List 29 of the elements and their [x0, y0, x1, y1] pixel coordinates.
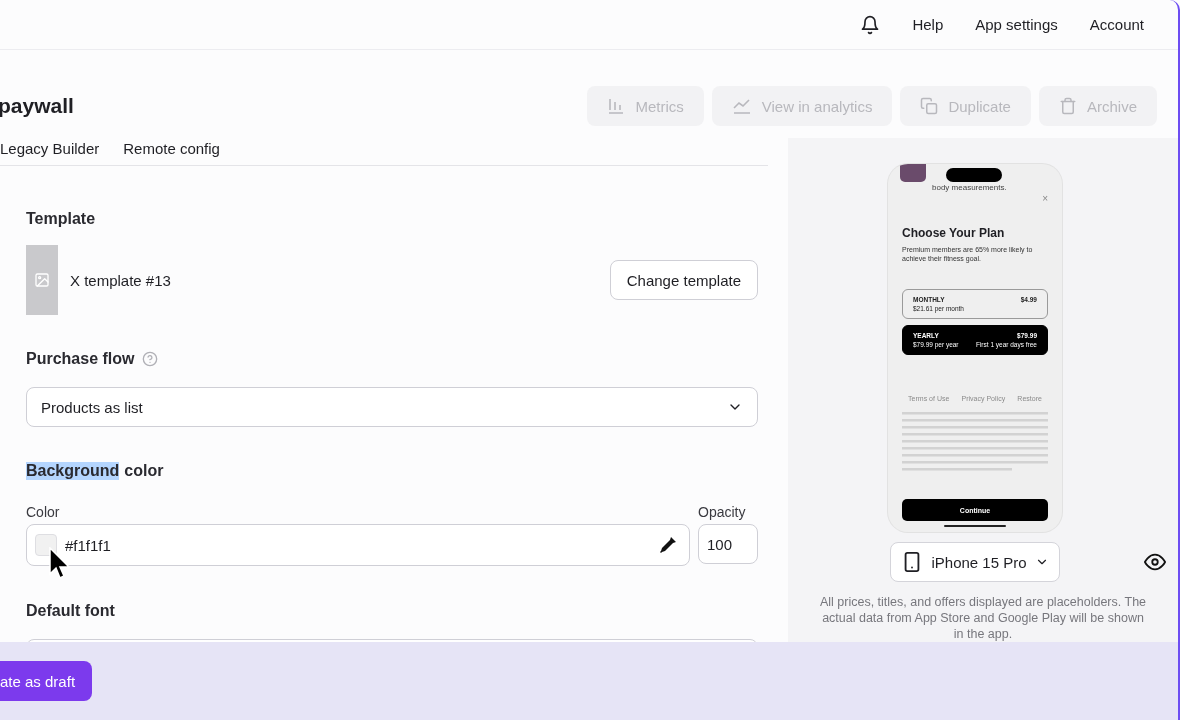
tab[interactable]: Remote config: [123, 138, 220, 165]
page-title: paywall: [0, 94, 74, 118]
nav-link[interactable]: Help: [912, 16, 944, 33]
section-heading: Background color: [26, 462, 165, 480]
tab[interactable]: Legacy Builder: [0, 138, 100, 165]
field-label: Color: [26, 504, 61, 520]
opacity-field[interactable]: 100: [698, 524, 758, 564]
change-template-button[interactable]: Change template: [609, 260, 758, 300]
line-chart-icon: [731, 97, 752, 115]
placeholder-note: All prices, titles, and offers displayed are placeholders. The actual data from App Store and Google Play will be shown in the app.: [818, 594, 1148, 642]
section-heading: Template: [26, 210, 97, 228]
template-name: X template #13: [70, 271, 172, 289]
trash-icon: [1058, 97, 1077, 115]
field-label: Opacity: [698, 504, 747, 520]
device-select[interactable]: iPhone 15 Pro: [890, 542, 1060, 582]
section-heading: Default font: [26, 602, 116, 620]
bar-chart-icon: [607, 97, 626, 115]
copy-icon: [920, 97, 939, 115]
camera-notch: [946, 168, 1002, 182]
nav-link[interactable]: Account: [1089, 16, 1144, 33]
preview-title: Choose Your Plan: [902, 226, 1006, 240]
section-heading: Purchase flow: [26, 350, 135, 368]
bell-icon[interactable]: [860, 14, 881, 35]
photo-placeholder: [900, 164, 926, 182]
preview-text: body measurements.: [932, 184, 1007, 192]
save-draft-button[interactable]: ate as draft: [0, 661, 93, 701]
nav-link[interactable]: App settings: [975, 16, 1058, 33]
purchase-flow-select[interactable]: Products as list: [26, 387, 758, 427]
template-thumbnail: [26, 245, 58, 315]
